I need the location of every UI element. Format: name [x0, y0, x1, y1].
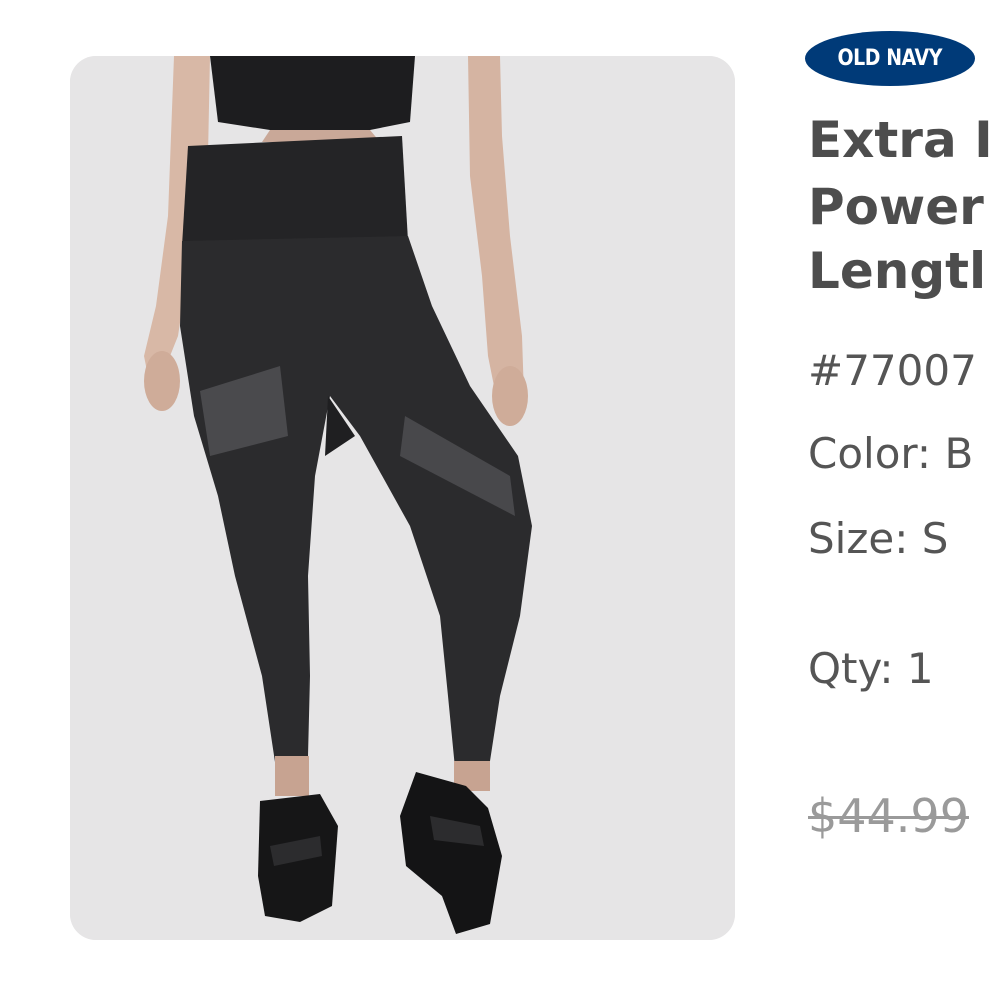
size-row: Size: S	[808, 518, 948, 560]
cart-item-card: OLD NAVY Extra I Power Lengtl #77007 Col…	[0, 0, 1000, 1000]
qty-value: 1	[906, 644, 934, 693]
size-label: Size:	[808, 514, 909, 563]
leggings-photo	[70, 56, 735, 940]
product-info: Extra I Power Lengtl #77007 Color: B Siz…	[808, 0, 1000, 1000]
product-image[interactable]	[70, 56, 735, 940]
product-title-line-2[interactable]: Power	[808, 182, 984, 232]
original-price: $44.99	[808, 789, 969, 843]
product-title-line-1[interactable]: Extra I	[808, 115, 993, 165]
color-row: Color: B	[808, 433, 973, 475]
color-value: B	[944, 429, 974, 478]
size-value: S	[921, 514, 949, 563]
qty-row: Qty: 1	[808, 648, 934, 690]
color-label: Color:	[808, 429, 932, 478]
qty-label: Qty:	[808, 644, 894, 693]
product-title-line-3[interactable]: Lengtl	[808, 246, 986, 296]
item-number: #77007	[808, 346, 977, 395]
